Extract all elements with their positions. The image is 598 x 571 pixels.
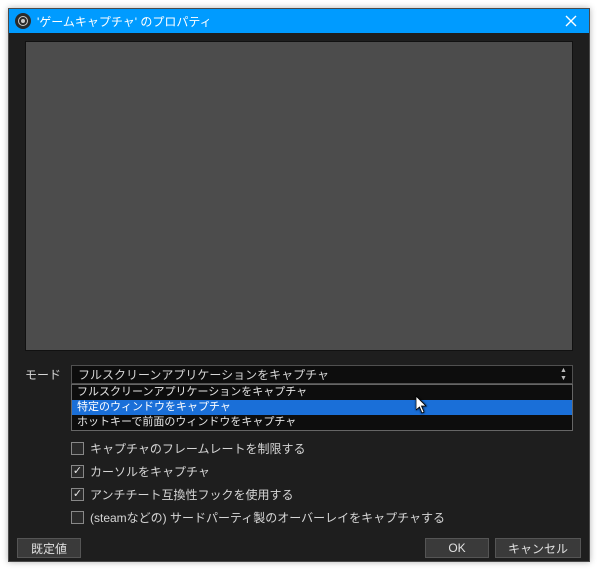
check-label: キャプチャのフレームレートを制限する — [90, 440, 306, 457]
mode-row: モード フルスクリーンアプリケーションをキャプチャ ▲▼ フルスクリーンアプリケ… — [25, 365, 573, 384]
check-label: アンチチート互換性フックを使用する — [90, 486, 294, 503]
checkbox-icon — [71, 488, 84, 501]
check-capture-cursor[interactable]: カーソルをキャプチャ — [71, 463, 573, 480]
check-label: カーソルをキャプチャ — [90, 463, 210, 480]
check-anticheat-hook[interactable]: アンチチート互換性フックを使用する — [71, 486, 573, 503]
mode-option-2[interactable]: ホットキーで前面のウィンドウをキャプチャ — [72, 415, 572, 430]
properties-dialog: 'ゲームキャプチャ' のプロパティ モード フルスクリーンアプリケーションをキャ… — [8, 8, 590, 562]
updown-icon: ▲▼ — [560, 367, 568, 382]
mode-combo-value: フルスクリーンアプリケーションをキャプチャ — [78, 366, 329, 383]
check-limit-fps[interactable]: キャプチャのフレームレートを制限する — [71, 440, 573, 457]
mode-combo-wrap: フルスクリーンアプリケーションをキャプチャ ▲▼ フルスクリーンアプリケーション… — [71, 365, 573, 384]
check-thirdparty-overlay[interactable]: (steamなどの) サードパーティ製のオーバーレイをキャプチャする — [71, 509, 573, 526]
capture-preview — [25, 41, 573, 351]
mode-dropdown: フルスクリーンアプリケーションをキャプチャ 特定のウィンドウをキャプチャ ホット… — [71, 384, 573, 431]
checkbox-icon — [71, 465, 84, 478]
mode-label: モード — [25, 366, 61, 383]
close-button[interactable] — [559, 9, 583, 33]
checkbox-group: キャプチャのフレームレートを制限する カーソルをキャプチャ アンチチート互換性フ… — [71, 440, 573, 526]
window-title: 'ゲームキャプチャ' のプロパティ — [37, 13, 559, 30]
cancel-button[interactable]: キャンセル — [495, 538, 581, 558]
obs-icon — [15, 13, 31, 29]
mode-combo[interactable]: フルスクリーンアプリケーションをキャプチャ ▲▼ — [71, 365, 573, 384]
defaults-button[interactable]: 既定値 — [17, 538, 81, 558]
close-icon — [565, 15, 577, 27]
mode-option-0[interactable]: フルスクリーンアプリケーションをキャプチャ — [72, 385, 572, 400]
checkbox-icon — [71, 511, 84, 524]
dialog-content: モード フルスクリーンアプリケーションをキャプチャ ▲▼ フルスクリーンアプリケ… — [9, 33, 589, 532]
ok-button[interactable]: OK — [425, 538, 489, 558]
titlebar: 'ゲームキャプチャ' のプロパティ — [9, 9, 589, 33]
dialog-footer: 既定値 OK キャンセル — [9, 532, 589, 566]
mode-option-1[interactable]: 特定のウィンドウをキャプチャ — [72, 400, 572, 415]
checkbox-icon — [71, 442, 84, 455]
check-label: (steamなどの) サードパーティ製のオーバーレイをキャプチャする — [90, 509, 445, 526]
